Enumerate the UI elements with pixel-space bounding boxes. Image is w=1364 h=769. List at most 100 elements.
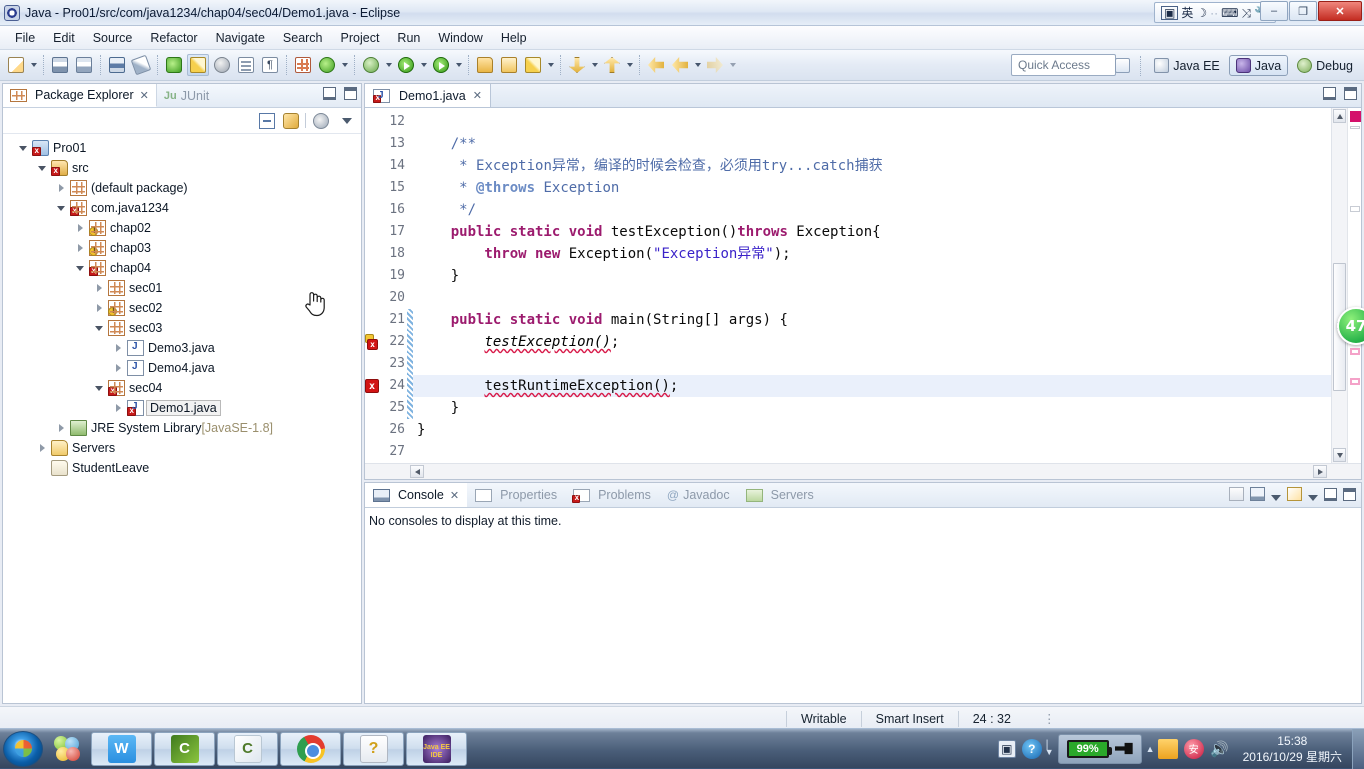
new-dropdown-icon[interactable]	[28, 54, 39, 76]
pencil-button[interactable]	[522, 54, 544, 76]
tab-servers[interactable]: Servers	[738, 483, 822, 507]
collapse-twisty-icon[interactable]	[93, 382, 106, 395]
display-selected-console-icon[interactable]	[1250, 487, 1265, 501]
editor-line-numbers[interactable]: 1213141516171819202122x2324x252627	[365, 108, 407, 463]
debug-button[interactable]	[360, 54, 382, 76]
toggle-highlight-button[interactable]	[187, 54, 209, 76]
next-annotation-button[interactable]	[566, 54, 588, 76]
editor-vertical-scrollbar[interactable]	[1331, 108, 1347, 463]
open-resource-button[interactable]	[498, 54, 520, 76]
code-line-13[interactable]: /**	[413, 133, 1331, 155]
new-console-view-icon[interactable]	[1229, 487, 1244, 501]
code-line-23[interactable]	[413, 353, 1331, 375]
start-button[interactable]	[3, 731, 43, 767]
new-class-dropdown-icon[interactable]	[339, 54, 350, 76]
taskbar-button-eclipse-1[interactable]: C	[154, 732, 215, 766]
ime-toolbox-icon[interactable]: ⤨	[1241, 7, 1251, 19]
restore-button[interactable]: ❐	[1289, 1, 1317, 21]
ime-keyboard-icon[interactable]: ⌨	[1221, 7, 1238, 19]
quick-access-input[interactable]: Quick Access	[1011, 54, 1116, 76]
external-tools-button[interactable]	[430, 54, 452, 76]
taskbar-clock[interactable]: 15:38 2016/10/29 星期六	[1233, 733, 1352, 765]
open-perspective-button[interactable]	[1111, 55, 1133, 77]
editor-overview-ruler[interactable]: 47	[1347, 108, 1361, 463]
taskbar-button-wps[interactable]: W	[91, 732, 152, 766]
ime-language-bar[interactable]: ▣ 英 ☽ ·· ⌨ ⤨ 🔧	[1154, 2, 1276, 23]
taskbar-button-javaee-ide[interactable]: Java EE IDE	[406, 732, 467, 766]
code-line-17[interactable]: public static void testException()throws…	[413, 221, 1331, 243]
perspective-java[interactable]: Java	[1229, 55, 1288, 76]
line-number-22[interactable]: 22x	[365, 331, 407, 353]
tree-item-demo3-java[interactable]: Demo3.java	[3, 338, 361, 358]
overview-change-marker[interactable]	[1350, 206, 1360, 212]
tab-problems[interactable]: Problems	[565, 483, 659, 507]
line-number-13[interactable]: 13	[365, 133, 407, 155]
menu-project[interactable]: Project	[332, 28, 389, 48]
tree-item-sec04[interactable]: sec04	[3, 378, 361, 398]
tab-properties[interactable]: Properties	[467, 483, 565, 507]
tree-item-studentleave[interactable]: StudentLeave	[3, 458, 361, 478]
overview-error-marker[interactable]	[1350, 111, 1361, 122]
volume-icon[interactable]: 🔊	[1210, 739, 1230, 759]
expand-twisty-icon[interactable]	[93, 302, 106, 315]
tree-item-sec03[interactable]: sec03	[3, 318, 361, 338]
line-number-26[interactable]: 26	[365, 419, 407, 441]
security-tray-icon[interactable]: 安	[1184, 739, 1204, 759]
tree-item-pro01[interactable]: Pro01	[3, 138, 361, 158]
expand-twisty-icon[interactable]	[112, 402, 125, 415]
perspective-java-ee[interactable]: Java EE	[1147, 55, 1227, 76]
code-line-12[interactable]	[413, 111, 1331, 133]
show-desktop-gadget-icon[interactable]	[54, 736, 80, 762]
code-line-16[interactable]: */	[413, 199, 1331, 221]
expand-twisty-icon[interactable]	[112, 342, 125, 355]
external-tools-dropdown-icon[interactable]	[453, 54, 464, 76]
editor-code-area[interactable]: /** * Exception异常，编译的时候会检查，必须用try...catc…	[413, 108, 1331, 463]
minimize-button[interactable]: –	[1260, 1, 1288, 21]
taskbar-button-chrome[interactable]	[280, 732, 341, 766]
code-line-18[interactable]: throw new Exception("Exception异常");	[413, 243, 1331, 265]
code-line-20[interactable]	[413, 287, 1331, 309]
menu-window[interactable]: Window	[429, 28, 491, 48]
show-hidden-icons-icon[interactable]: ⎮▼	[1045, 742, 1054, 756]
tree-item-sec01[interactable]: sec01	[3, 278, 361, 298]
tree-item-com-java1234[interactable]: com.java1234	[3, 198, 361, 218]
tree-item-default-package[interactable]: (default package)	[3, 178, 361, 198]
search-button[interactable]	[474, 54, 496, 76]
no-marker-button[interactable]	[130, 54, 152, 76]
tab-console[interactable]: Console ✕	[365, 483, 467, 507]
back-dropdown-icon[interactable]	[692, 54, 703, 76]
chevron-down-icon[interactable]	[1308, 495, 1318, 501]
new-class-button[interactable]	[316, 54, 338, 76]
collapse-twisty-icon[interactable]	[74, 262, 87, 275]
new-java-package-button[interactable]	[292, 54, 314, 76]
line-number-15[interactable]: 15	[365, 177, 407, 199]
line-number-18[interactable]: 18	[365, 243, 407, 265]
line-number-14[interactable]: 14	[365, 155, 407, 177]
tree-item-chap04[interactable]: chap04	[3, 258, 361, 278]
last-edit-location-button[interactable]	[645, 54, 667, 76]
expand-twisty-icon[interactable]	[74, 242, 87, 255]
code-line-14[interactable]: * Exception异常，编译的时候会检查，必须用try...catch捕获	[413, 155, 1331, 177]
scroll-right-icon[interactable]	[1313, 465, 1327, 478]
tray-expand-icon[interactable]: ▲	[1146, 744, 1155, 754]
minimize-icon[interactable]	[1323, 87, 1336, 100]
editor-tab-demo1[interactable]: Demo1.java ✕	[365, 84, 491, 107]
line-number-17[interactable]: 17	[365, 221, 407, 243]
line-number-16[interactable]: 16	[365, 199, 407, 221]
battery-meter[interactable]: 99%	[1058, 734, 1142, 764]
new-button[interactable]	[5, 54, 27, 76]
console-output[interactable]: No consoles to display at this time.	[365, 508, 1361, 703]
scroll-down-icon[interactable]	[1333, 448, 1346, 462]
collapse-twisty-icon[interactable]	[36, 162, 49, 175]
shopping-cart-icon[interactable]	[1158, 739, 1178, 759]
overview-error-marker[interactable]	[1350, 348, 1360, 355]
expand-twisty-icon[interactable]	[93, 282, 106, 295]
debug-dropdown-icon[interactable]	[383, 54, 394, 76]
code-line-22[interactable]: testException();	[413, 331, 1331, 353]
tree-item-chap02[interactable]: chap02	[3, 218, 361, 238]
ime-moon-icon[interactable]: ☽	[1196, 7, 1207, 19]
collapse-twisty-icon[interactable]	[17, 142, 30, 155]
menu-refactor[interactable]: Refactor	[141, 28, 206, 48]
tab-javadoc[interactable]: @ Javadoc	[659, 483, 738, 507]
scroll-up-icon[interactable]	[1333, 109, 1346, 123]
